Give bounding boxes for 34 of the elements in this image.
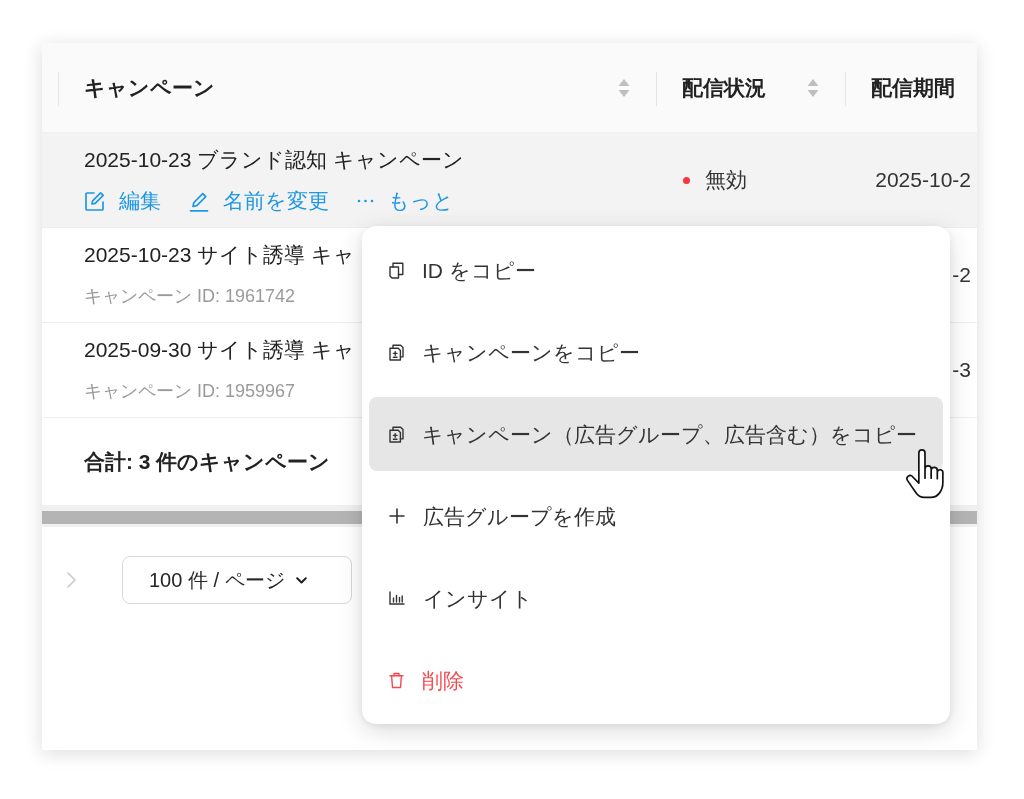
sort-icon[interactable] [807,77,819,98]
campaign-id: キャンペーン ID: 1961742 [84,285,296,308]
hand-cursor-icon [905,449,945,499]
ellipsis-icon [357,199,374,203]
menu-item[interactable]: 削除 [369,643,943,717]
menu-item[interactable]: ID をコピー [369,233,943,307]
chevron-right-icon [66,572,76,588]
campaign-name: 2025-10-23 サイト誘導 キャ [84,242,356,268]
menu-item[interactable]: インサイト [369,561,943,635]
total-count: 合計: 3 件のキャンペーン [84,448,331,475]
menu-item[interactable]: キャンペーンをコピー [369,315,943,389]
campaign-name: 2025-10-23 ブランド認知 キャンペーン [84,147,465,173]
menu-item[interactable]: 広告グループを作成 [369,479,943,553]
period-date: -3 [952,357,971,383]
document-icon [389,425,404,443]
trash-icon [389,671,404,689]
period-date: 2025-10-2 [875,167,971,193]
campaign-name: 2025-09-30 サイト誘導 キャ [84,337,356,363]
column-header: 配信期間 [871,74,955,101]
column-header: キャンペーン [84,74,215,101]
edit-icon [84,190,105,212]
status-label: 無効 [705,167,747,193]
copy-icon [389,261,404,279]
page-size-select[interactable]: 100 件 / ページ [122,556,352,604]
period-date: -2 [952,262,971,288]
plus-icon [389,508,405,524]
column-header: 配信状況 [682,74,766,101]
pencil-icon [189,190,209,212]
campaign-id: キャンペーン ID: 1959967 [84,380,296,403]
document-icon [389,343,404,361]
chevron-down-icon [295,576,307,584]
bar-chart-icon [389,591,405,605]
menu-item[interactable]: キャンペーン（広告グループ、広告含む）をコピー [369,397,943,471]
sort-icon[interactable] [618,77,630,98]
